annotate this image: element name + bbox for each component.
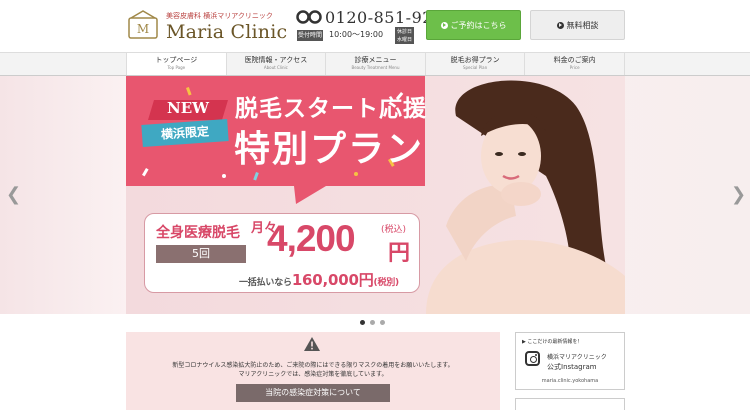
notice-text-line1: 新型コロナウイルス感染拡大防止のため、ご来院の際にはできる限りマスクの着用をお願… (172, 362, 454, 369)
instagram-tagline: ▶ ここだけの最新情報を！ (522, 339, 583, 345)
lump-sum-tax: (税別) (373, 278, 400, 288)
nav-label: 医院情報・アクセス (244, 56, 308, 64)
arrow-circle-icon (556, 21, 564, 29)
treatment-label: 全身医療脱毛 (156, 225, 240, 241)
covid-notice: 新型コロナウイルス感染拡大防止のため、ご来院の際にはできる限りマスクの着用をお願… (126, 332, 500, 410)
carousel-next-icon[interactable]: ❯ (731, 184, 746, 205)
free-consult-button[interactable]: 無料相談 (530, 10, 625, 40)
hours-badge: 受付時間 (297, 30, 323, 41)
nav-item-top[interactable]: トップページ Top Page (126, 53, 226, 75)
carousel-dot[interactable] (380, 320, 385, 325)
consult-button-label: 無料相談 (566, 20, 599, 30)
hero-banner[interactable]: NEW 横浜限定 脱毛スタート応援 特別プラン 全身医療脱毛 5回 月々 4,2… (126, 76, 625, 314)
carousel-prev-icon[interactable]: ❮ (6, 184, 21, 205)
instagram-clinic-name: 横浜マリアクリニック (547, 354, 607, 361)
logo-emblem-icon: M (128, 10, 158, 39)
price-card: 全身医療脱毛 5回 月々 4,200 (税込) 円 一括払いなら160,000円… (144, 213, 420, 293)
yen-unit: 円 (388, 241, 411, 266)
nav-item-menu[interactable]: 診療メニュー Beauty Treatment Menu (325, 53, 425, 75)
nav-sublabel: Special Plan (462, 65, 488, 70)
closed-day-badge: 休診日 水曜日 (395, 27, 414, 44)
tax-included-label: (税込) (381, 225, 407, 235)
lump-sum-price: 160,000 (291, 271, 359, 289)
carousel-dots (360, 320, 390, 328)
nav-label: 脱毛お得プラン (450, 56, 500, 64)
hero-title-line2: 特別プラン (234, 129, 425, 170)
nav-label: 診療メニュー (354, 56, 397, 64)
nav-sublabel: Beauty Treatment Menu (351, 65, 400, 70)
clinic-logo[interactable]: M 美容皮膚科 横浜マリアクリニック Maria Clinic (126, 8, 287, 44)
nav-label: 料金のご案内 (553, 56, 596, 64)
logo-subtitle: 美容皮膚科 横浜マリアクリニック (166, 12, 273, 20)
phone-block: 0120-851-929 受付時間 10:00〜19:00 休診日 水曜日 (296, 8, 443, 44)
nav-item-about[interactable]: 医院情報・アクセス About Clinic (225, 53, 326, 75)
nav-item-plan[interactable]: 脱毛お得プラン Special Plan (424, 53, 525, 75)
carousel-dot[interactable] (360, 320, 365, 325)
nav-sublabel: Price (569, 65, 580, 70)
logo-name: Maria Clinic (166, 21, 288, 43)
warning-icon (304, 337, 320, 351)
global-nav: トップページ Top Page 医院情報・アクセス About Clinic 診… (0, 52, 750, 76)
notice-text-line2: マリアクリニックでは、感染症対策を徹底しています。 (238, 371, 388, 378)
site-header: M 美容皮膚科 横浜マリアクリニック Maria Clinic 0120-851… (0, 0, 750, 52)
reserve-button[interactable]: ご予約はこちら (426, 10, 521, 40)
instagram-title: 公式Instagram (547, 363, 597, 371)
infection-measures-button[interactable]: 当院の感染症対策について (236, 384, 390, 402)
session-count: 5回 (156, 245, 246, 263)
reserve-button-label: ご予約はこちら (450, 20, 507, 30)
hero-title-line1: 脱毛スタート応援 (235, 96, 427, 122)
instagram-icon (525, 351, 540, 366)
monthly-price: 4,200 (267, 218, 356, 259)
instagram-banner[interactable]: ▶ ここだけの最新情報を！ 横浜マリアクリニック 公式Instagram mar… (515, 332, 625, 390)
nav-sublabel: Top Page (167, 65, 186, 70)
sidebar-next-banner[interactable] (515, 398, 625, 410)
svg-text:M: M (137, 22, 149, 36)
opening-hours: 10:00〜19:00 (329, 30, 384, 39)
instagram-handle: maria.clinic.yokohama (541, 378, 599, 384)
page: M 美容皮膚科 横浜マリアクリニック Maria Clinic 0120-851… (0, 0, 750, 410)
arrow-circle-icon (440, 21, 448, 29)
new-badge: NEW (167, 99, 209, 117)
lump-sum-label: 一括払いなら (239, 278, 292, 288)
nav-label: トップページ (155, 56, 198, 64)
carousel-dot[interactable] (370, 320, 375, 325)
nav-item-price[interactable]: 料金のご案内 Price (524, 53, 625, 75)
monthly-label: 月々 (251, 221, 278, 236)
lump-sum-yen: 円 (358, 271, 374, 289)
free-dial-icon (296, 10, 322, 24)
nav-sublabel: About Clinic (263, 65, 288, 70)
lump-sum-line: 一括払いなら160,000円(税別) (239, 269, 399, 290)
